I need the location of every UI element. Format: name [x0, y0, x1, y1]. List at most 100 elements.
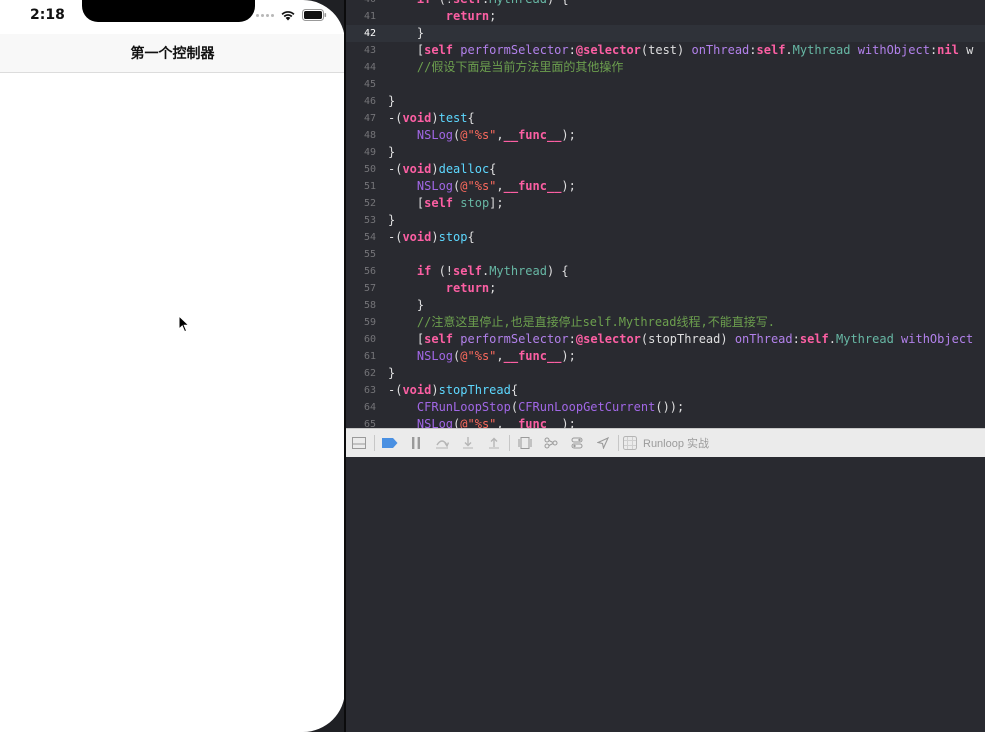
status-bar: 2:18 [0, 0, 345, 34]
code-token: : [568, 332, 576, 346]
code-token: ; [489, 281, 497, 295]
code-token: Mythread [792, 43, 851, 57]
debug-console-area[interactable] [346, 457, 985, 732]
line-number: 63 [363, 385, 376, 396]
step-into-button[interactable] [455, 429, 481, 457]
code-token: self [424, 43, 454, 57]
code-line[interactable]: 40 if (!self.Mythread) { [346, 0, 985, 8]
code-line[interactable]: 62} [346, 365, 985, 382]
line-number: 40 [346, 0, 376, 8]
code-line[interactable]: 54 -(void)stop{ [346, 229, 985, 246]
step-over-button[interactable] [429, 429, 455, 457]
line-number: 49 [363, 147, 376, 158]
code-line[interactable]: 60 [self performSelector:@selector(stopT… [346, 331, 985, 348]
pause-button[interactable] [403, 429, 429, 457]
line-number: 56 [363, 266, 376, 277]
code-token: (! [431, 264, 454, 278]
memory-graph-icon [544, 437, 558, 449]
view-hierarchy-button[interactable] [512, 429, 538, 457]
code-token: { [467, 230, 475, 244]
code-text: return; [388, 8, 497, 25]
code-text: NSLog(@"%s",__func__); [388, 348, 576, 365]
line-number: 42 [363, 28, 376, 39]
code-token: @"%s" [460, 349, 497, 363]
line-number: 58 [363, 300, 376, 311]
code-line[interactable]: 63 -(void)stopThread{ [346, 382, 985, 399]
code-line[interactable]: 50 -(void)dealloc{ [346, 161, 985, 178]
code-token: } [388, 366, 396, 380]
code-line[interactable]: 49} [346, 144, 985, 161]
source-editor[interactable]: 40 if (!self.Mythread) {41 return;42 }43… [346, 0, 985, 428]
code-text: if (!self.Mythread) { [388, 263, 569, 280]
hide-debug-area-icon [352, 437, 366, 449]
line-number: 62 [363, 368, 376, 379]
line-number: 51 [363, 181, 376, 192]
step-out-button[interactable] [481, 429, 507, 457]
code-line[interactable]: 42 } [346, 25, 985, 42]
app-target-button[interactable] [621, 429, 639, 457]
code-line[interactable]: 46} [346, 93, 985, 110]
code-token: ); [561, 179, 576, 193]
code-text: [self performSelector:@selector(stopThre… [388, 331, 973, 348]
simulate-location-button[interactable] [590, 429, 616, 457]
code-text: [self performSelector:@selector(test) on… [388, 42, 973, 59]
code-token: Mythread [489, 264, 547, 278]
code-token: self [453, 0, 482, 6]
breakpoints-toggle-button[interactable] [377, 429, 403, 457]
code-token: __func__ [503, 349, 562, 363]
code-line[interactable]: 45 [346, 76, 985, 93]
code-line[interactable]: 57 return; [346, 280, 985, 297]
code-line[interactable]: 65 NSLog(@"%s",__func__); [346, 416, 985, 428]
code-token: withObject [901, 332, 974, 346]
code-token: stopThread [438, 383, 511, 397]
line-number: 64 [363, 402, 376, 413]
view-hierarchy-icon [518, 437, 532, 449]
code-text: } [388, 25, 424, 42]
code-token: Mythread [836, 332, 894, 346]
code-token: } [388, 298, 425, 312]
code-token: : [792, 332, 800, 346]
code-text: return; [388, 280, 497, 297]
code-token: self [799, 332, 829, 346]
code-line[interactable]: 56 if (!self.Mythread) { [346, 263, 985, 280]
code-line[interactable]: 47 -(void)test{ [346, 110, 985, 127]
line-number: 53 [363, 215, 376, 226]
code-line[interactable]: 52 [self stop]; [346, 195, 985, 212]
code-line[interactable]: 55 [346, 246, 985, 263]
code-text: [self stop]; [388, 195, 504, 212]
code-token: onThread [734, 332, 793, 346]
code-line[interactable]: 58 } [346, 297, 985, 314]
step-into-icon [463, 437, 473, 449]
code-token: self [424, 196, 454, 210]
code-text: //注意这里停止,也是直接停止self.Mythread线程,不能直接写. [388, 314, 775, 331]
code-line[interactable]: 53} [346, 212, 985, 229]
code-line[interactable]: 61 NSLog(@"%s",__func__); [346, 348, 985, 365]
code-token: , [496, 349, 504, 363]
code-line[interactable]: 51 NSLog(@"%s",__func__); [346, 178, 985, 195]
code-line[interactable]: 41 return; [346, 8, 985, 25]
memory-graph-button[interactable] [538, 429, 564, 457]
code-line[interactable]: 43 [self performSelector:@selector(test)… [346, 42, 985, 59]
code-line[interactable]: 44 //假设下面是当前方法里面的其他操作 [346, 59, 985, 76]
cellular-signal-icon [256, 13, 274, 17]
code-line[interactable]: 64 CFRunLoopStop(CFRunLoopGetCurrent()); [346, 399, 985, 416]
line-number: 60 [363, 334, 376, 345]
hide-debug-area-button[interactable] [346, 429, 372, 457]
code-line[interactable]: 59 //注意这里停止,也是直接停止self.Mythread线程,不能直接写. [346, 314, 985, 331]
debug-bar: Runloop 实战 [346, 428, 985, 458]
code-token: __func__ [503, 417, 562, 428]
app-target-label[interactable]: Runloop 实战 [643, 435, 709, 451]
code-token: void [402, 111, 432, 125]
code-token: performSelector [460, 332, 569, 346]
code-token: ]; [489, 196, 504, 210]
line-number: 44 [363, 62, 376, 73]
environment-overrides-button[interactable] [564, 429, 590, 457]
code-token: (stopThread) [640, 332, 735, 346]
code-token: -( [388, 162, 403, 176]
code-token: } [388, 145, 396, 159]
code-text: } [388, 297, 424, 314]
code-token: @selector [575, 332, 641, 346]
code-line[interactable]: 48 NSLog(@"%s",__func__); [346, 127, 985, 144]
